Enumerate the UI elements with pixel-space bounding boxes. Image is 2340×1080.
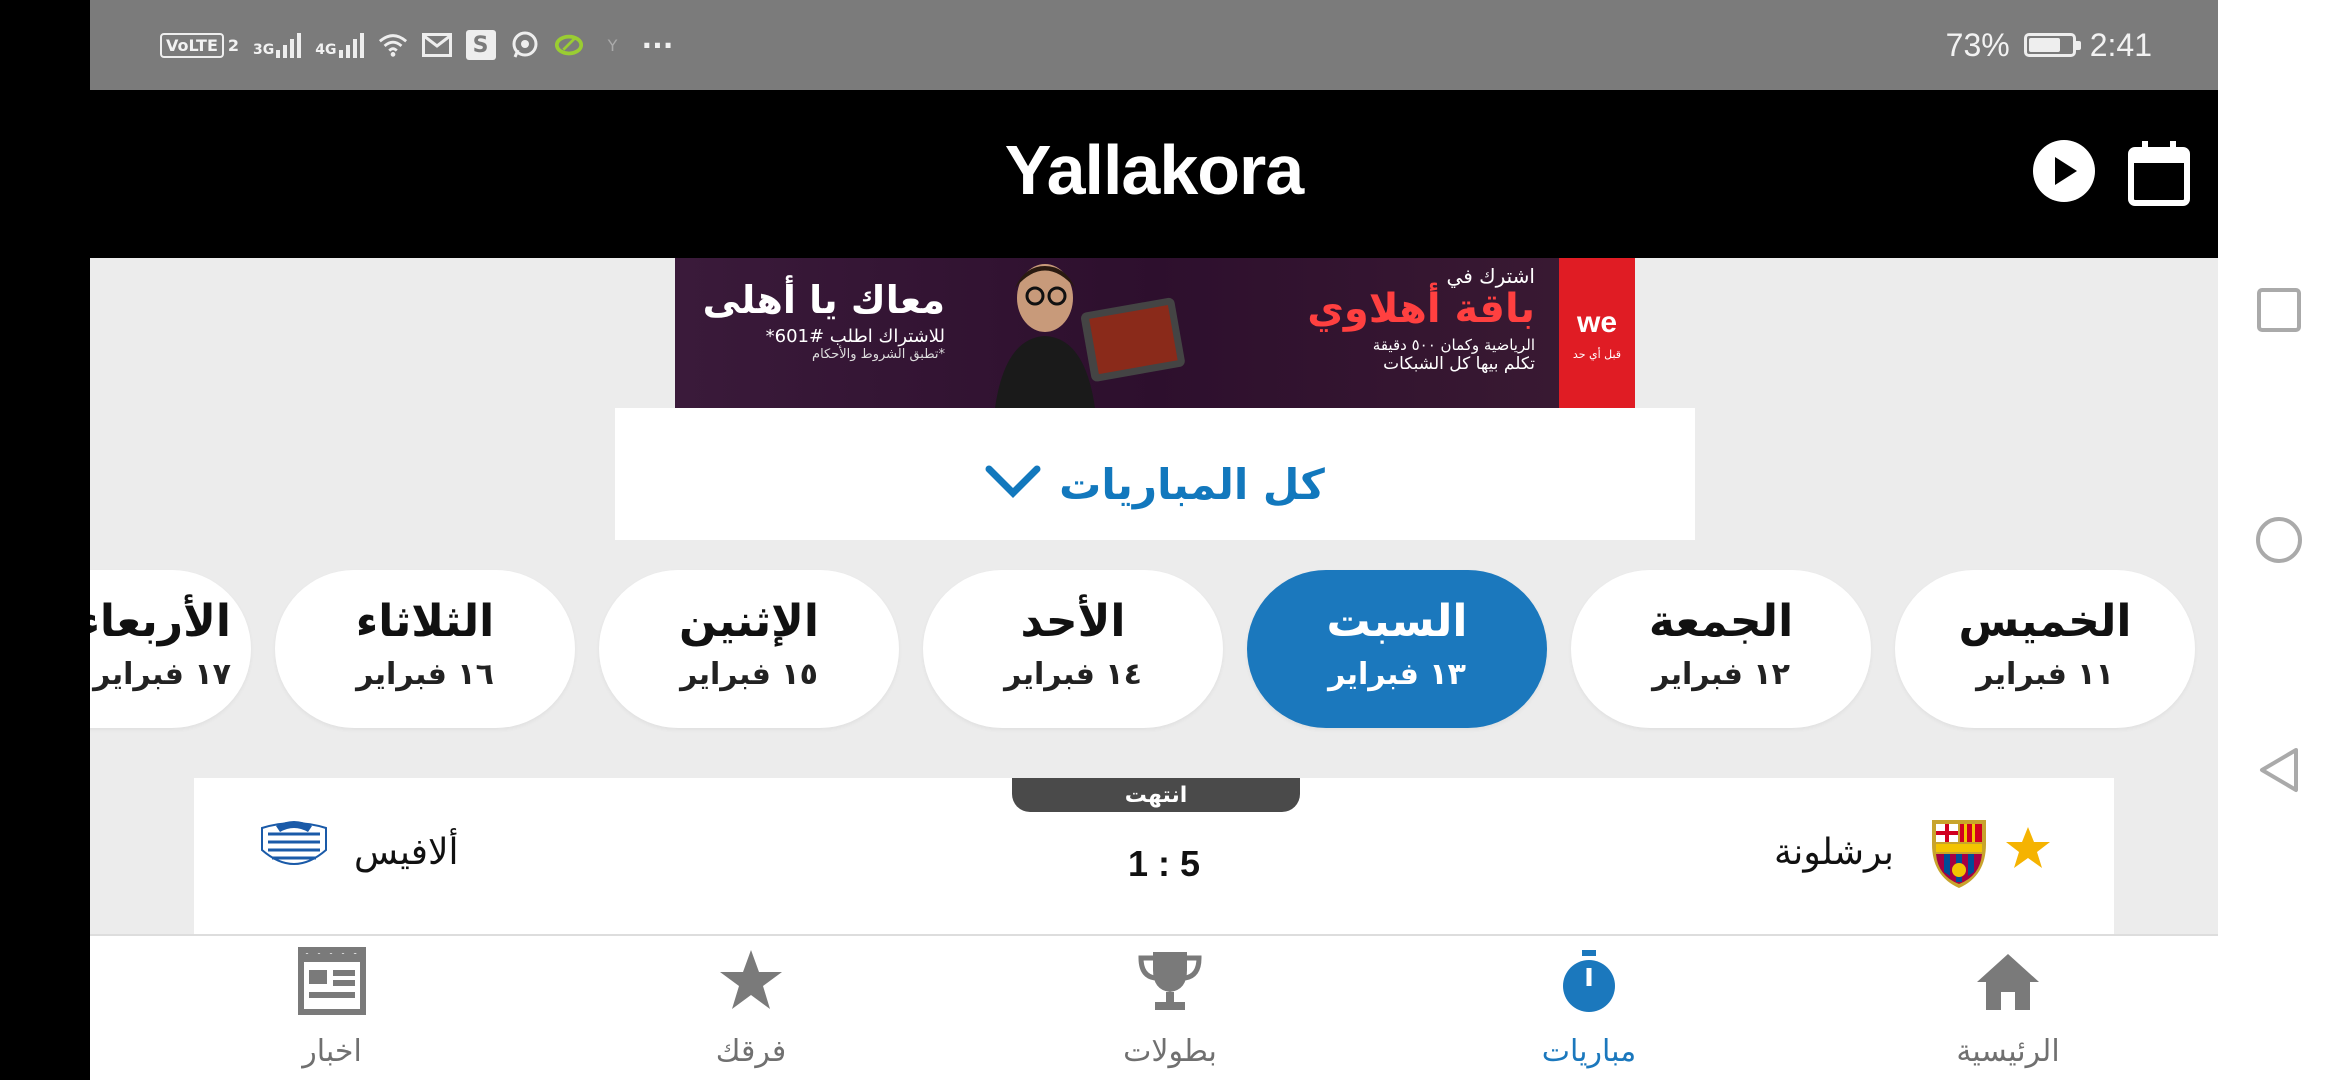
sim-indicator: 2 <box>227 35 240 55</box>
ad-banner[interactable]: معاك يا أهلى للاشتراك اطلب #601* *تطبق ا… <box>675 258 1635 408</box>
volte-icon: VoLTE <box>160 32 224 58</box>
day-name: الأربعاء <box>90 596 231 647</box>
star-icon <box>720 950 782 1009</box>
s-app-icon: S <box>465 30 496 60</box>
signal-4g-icon: 4G <box>315 32 364 58</box>
ad-slogan: معاك يا أهلى <box>702 278 945 322</box>
all-matches-dropdown[interactable]: كل المباريات <box>615 408 1695 540</box>
day-chip-saturday[interactable]: السبت ١٣ فبراير <box>1247 570 1547 728</box>
day-chip-tuesday[interactable]: الثلاثاء ١٦ فبراير <box>275 570 575 728</box>
nav-label: الرئيسية <box>1956 1034 2060 1069</box>
more-notifications-icon: ··· <box>641 28 674 62</box>
day-date: ١٦ فبراير <box>356 657 494 692</box>
ad-offer-block: اشترك في باقة أهلاوي الرياضية وكمان ٥٠٠ … <box>1295 264 1535 374</box>
day-name: السبت <box>1326 596 1468 647</box>
ad-person-image <box>995 264 1185 408</box>
day-name: الجمعة <box>1648 596 1794 647</box>
day-date: ١٧ فبراير <box>93 657 231 692</box>
etisalat-icon <box>554 30 584 60</box>
clock: 2:41 <box>2089 26 2152 63</box>
nav-tournaments[interactable]: بطولات <box>1020 936 1320 1080</box>
we-tagline: قبل أي حد <box>1572 347 1622 361</box>
we-logo: we قبل أي حد <box>1559 258 1635 408</box>
barcelona-crest-icon <box>1932 820 1986 888</box>
ad-offer-title: باقة أهلاوي <box>1307 286 1535 332</box>
newspaper-icon <box>298 947 366 1015</box>
ad-offer-intro: اشترك في <box>1446 264 1535 288</box>
battery-percent: 73% <box>1945 26 2010 63</box>
status-bar: VoLTE 2 3G 4G S Y ··· 73% 2:41 <box>90 0 2218 90</box>
match-score: 1 : 5 <box>1127 843 1201 884</box>
day-chip-sunday[interactable]: الأحد ١٤ فبراير <box>923 570 1223 728</box>
wifi-icon <box>378 30 408 60</box>
home-circle-icon[interactable] <box>2254 515 2304 565</box>
nav-my-teams[interactable]: فرقك <box>601 936 901 1080</box>
android-nav-bar <box>2218 0 2340 1080</box>
day-chip-thursday[interactable]: الخميس ١١ فبراير <box>1895 570 2195 728</box>
app-header: Yallakora <box>90 90 2218 258</box>
nav-label: فرقك <box>715 1034 787 1069</box>
day-date: ١٢ فبراير <box>1652 657 1790 692</box>
ad-offer-detail-2: تكلم بيها كل الشبكات <box>1383 354 1535 374</box>
day-date: ١١ فبراير <box>1976 657 2114 692</box>
day-date: ١٥ فبراير <box>680 657 818 692</box>
day-name: الأحد <box>1020 596 1126 647</box>
nav-home[interactable]: الرئيسية <box>1858 936 2158 1080</box>
match-card[interactable]: انتهت برشلونة 1 : 5 ألافيس <box>194 778 2114 938</box>
chevron-down-icon <box>985 465 1041 503</box>
day-chip-monday[interactable]: الإثنين ١٥ فبراير <box>599 570 899 728</box>
status-right: 73% 2:41 <box>1946 22 2152 68</box>
ad-terms: *تطبق الشروط والأحكام <box>812 347 945 362</box>
nav-matches[interactable]: مباريات <box>1439 936 1739 1080</box>
yallakora-logo[interactable]: Yallakora <box>90 130 2218 210</box>
stopwatch-icon <box>1563 950 1615 1012</box>
away-team-name: ألافيس <box>354 832 459 873</box>
day-date: ١٣ فبراير <box>1328 657 1466 692</box>
whatsapp-icon <box>510 30 540 60</box>
ad-slogan-block: معاك يا أهلى للاشتراك اطلب #601* *تطبق ا… <box>695 278 945 362</box>
app-screen: VoLTE 2 3G 4G S Y ··· 73% 2:41 Yallakora… <box>90 0 2218 1080</box>
star-icon[interactable] <box>2004 824 2052 872</box>
calendar-icon[interactable] <box>2128 140 2190 206</box>
day-chip-wednesday[interactable]: الأربعاء ١٧ فبراير <box>90 570 251 728</box>
nav-label: بطولات <box>1123 1034 1217 1069</box>
alaves-crest-icon <box>261 821 327 865</box>
notification-icon: Y <box>607 35 618 55</box>
nav-label: اخبار <box>302 1034 362 1069</box>
bottom-nav: الرئيسية مباريات بطولات فرقك اخبار <box>90 934 2218 1080</box>
home-icon <box>1977 954 2039 1010</box>
battery-fill <box>2028 38 2060 52</box>
nav-news[interactable]: اخبار <box>182 936 482 1080</box>
signal-3g-icon: 3G <box>253 32 302 58</box>
day-name: الخميس <box>1958 596 2132 647</box>
battery-icon <box>2023 33 2081 57</box>
day-date: ١٤ فبراير <box>1004 657 1142 692</box>
recents-square-icon[interactable] <box>2254 285 2304 335</box>
nav-label: مباريات <box>1541 1034 1637 1069</box>
ad-subscribe-line: للاشتراك اطلب #601* <box>765 326 945 347</box>
trophy-icon <box>1138 952 1202 1010</box>
day-name: الثلاثاء <box>355 596 495 647</box>
day-name: الإثنين <box>679 596 819 647</box>
match-status-badge: انتهت <box>1012 778 1300 812</box>
mail-icon <box>421 30 452 60</box>
ad-offer-detail: الرياضية وكمان ٥٠٠ دقيقة <box>1372 336 1535 354</box>
day-chip-friday[interactable]: الجمعة ١٢ فبراير <box>1571 570 1871 728</box>
back-triangle-icon[interactable] <box>2254 745 2304 795</box>
dropdown-label: كل المباريات <box>1059 459 1325 509</box>
we-brand: we <box>1576 305 1618 339</box>
home-team-name: برشلونة <box>1774 832 1894 873</box>
play-circle-icon[interactable] <box>2033 140 2095 202</box>
status-icons: VoLTE 2 3G 4G S Y ··· <box>160 22 673 68</box>
